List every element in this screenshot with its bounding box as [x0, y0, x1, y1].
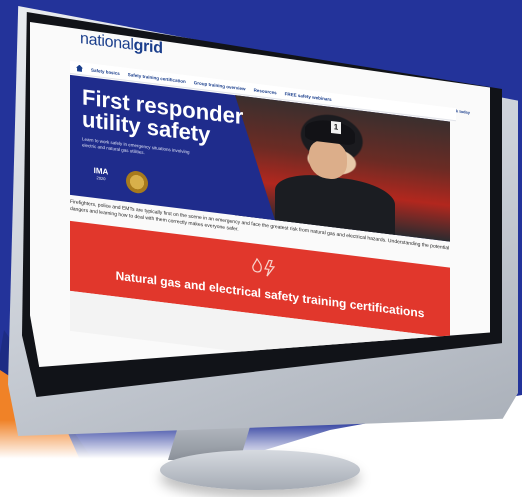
flame-bolt-icon [250, 257, 280, 282]
nav-item-resources[interactable]: Resources [254, 87, 277, 95]
nav-item-webinars[interactable]: FREE safety webinars [285, 91, 332, 102]
monitor-stand-base [160, 450, 360, 490]
ima-award-badge: IMA 2020 [88, 165, 114, 190]
nav-item-group-training[interactable]: Group training overview [194, 80, 246, 91]
gold-seal-award [126, 169, 148, 195]
firefighter-coat [275, 170, 395, 235]
nav-item-safety-basics[interactable]: Safety basics [91, 67, 120, 76]
helmet-badge: 1 [331, 120, 341, 135]
firefighter-helmet [305, 117, 355, 146]
home-icon[interactable] [76, 64, 83, 72]
firefighter-photo: 1 [235, 95, 450, 242]
nav-item-training-certification[interactable]: Safety training certification [128, 72, 186, 84]
apple-logo-icon [300, 395, 310, 405]
awards-row: IMA 2020 [88, 165, 148, 195]
